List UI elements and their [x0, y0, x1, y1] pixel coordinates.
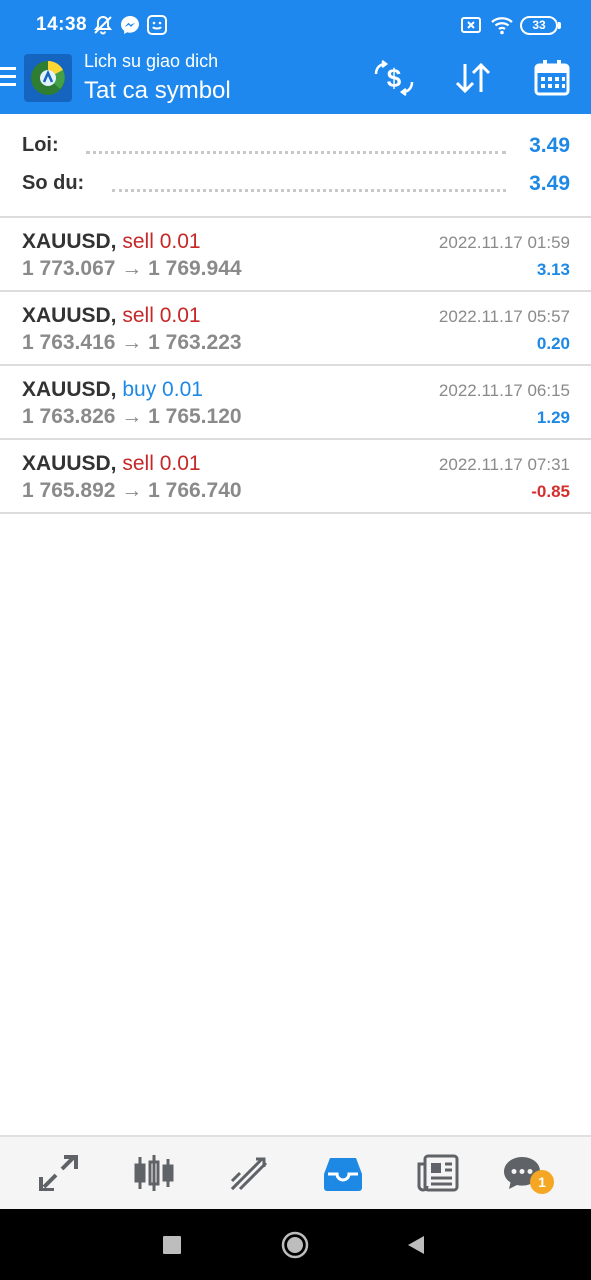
summary-panel: Loi: 3.49 So du: 3.49 [0, 114, 591, 218]
trade-profit: 0.20 [536, 334, 570, 353]
calendar-icon[interactable] [530, 56, 574, 100]
trade-symbol: XAUUSD, sell 0.01 [22, 304, 201, 327]
open-price: 1 773.067 [22, 257, 116, 280]
news-icon[interactable] [413, 1149, 463, 1197]
trade-side: sell 0.01 [122, 230, 201, 253]
profit-value: 3.49 [529, 134, 570, 157]
trade-profit: 1.29 [536, 408, 570, 427]
open-price: 1 763.416 [22, 331, 116, 354]
close-price: 1 765.120 [148, 405, 242, 428]
close-price: 1 769.944 [148, 257, 242, 280]
header-title[interactable]: Tat ca symbol [84, 77, 231, 105]
trade-time: 2022.11.17 01:59 [438, 233, 570, 252]
arrow-icon: → [121, 479, 143, 502]
open-price: 1 763.826 [22, 405, 116, 428]
chart-icon[interactable] [129, 1149, 179, 1197]
trade-prices: 1 763.416 → 1 763.223 [22, 331, 242, 355]
trade-prices: 1 773.067 → 1 769.944 [22, 257, 242, 281]
trade-icon[interactable] [224, 1149, 274, 1197]
trade-symbol: XAUUSD, buy 0.01 [22, 378, 203, 401]
open-price: 1 765.892 [22, 479, 116, 502]
balance-row: So du: 3.49 [22, 172, 570, 202]
profit-row: Loi: 3.49 [22, 134, 570, 164]
currency-exchange-icon[interactable]: $ [372, 56, 416, 100]
app-bar: Lich su giao dich Tat ca symbol $ [0, 50, 591, 114]
trade-profit: -0.85 [531, 482, 570, 501]
close-price: 1 766.740 [148, 479, 242, 502]
metatrader-logo-icon [24, 54, 72, 102]
trade-row[interactable]: XAUUSD, buy 0.01 1 763.826 → 1 765.120 2… [0, 366, 591, 440]
system-nav-bar [0, 1209, 591, 1280]
trade-profit: 3.13 [536, 260, 570, 279]
status-bar: 14:38 33 [0, 0, 591, 50]
trade-time: 2022.11.17 07:31 [438, 455, 570, 474]
quotes-icon[interactable] [34, 1149, 84, 1197]
trade-prices: 1 763.826 → 1 765.120 [22, 405, 242, 429]
menu-icon[interactable] [0, 67, 18, 91]
dotted-leader [86, 150, 506, 154]
recent-apps-icon[interactable] [156, 1229, 188, 1261]
svg-text:$: $ [387, 63, 402, 93]
history-icon[interactable] [318, 1149, 368, 1197]
trade-time: 2022.11.17 06:15 [438, 381, 570, 400]
trade-prices: 1 765.892 → 1 766.740 [22, 479, 242, 503]
sort-icon[interactable] [451, 56, 495, 100]
trade-side: sell 0.01 [122, 452, 201, 475]
top-bar: 14:38 33 Lich su giao dich Tat ca symbol… [0, 0, 591, 114]
back-icon[interactable] [400, 1229, 432, 1261]
balance-value: 3.49 [529, 172, 570, 195]
trade-side: sell 0.01 [122, 304, 201, 327]
chat-badge: 1 [530, 1170, 554, 1194]
close-price: 1 763.223 [148, 331, 242, 354]
bottom-tab-bar [0, 1135, 591, 1209]
home-icon[interactable] [279, 1229, 311, 1261]
arrow-icon: → [121, 405, 143, 428]
trade-symbol: XAUUSD, sell 0.01 [22, 230, 201, 253]
wifi-icon [490, 14, 513, 36]
trade-side: buy 0.01 [122, 378, 203, 401]
trade-row[interactable]: XAUUSD, sell 0.01 1 773.067 → 1 769.944 … [0, 218, 591, 292]
trade-row[interactable]: XAUUSD, sell 0.01 1 763.416 → 1 763.223 … [0, 292, 591, 366]
status-time: 14:38 [36, 14, 88, 35]
messenger-icon [119, 14, 141, 36]
arrow-icon: → [121, 257, 143, 280]
balance-label: So du: [22, 172, 93, 195]
trade-list: XAUUSD, sell 0.01 1 773.067 → 1 769.944 … [0, 218, 591, 514]
battery-icon: 33 [520, 16, 561, 35]
smile-app-icon [146, 14, 168, 36]
dotted-leader [112, 188, 506, 192]
trade-time: 2022.11.17 05:57 [438, 307, 570, 326]
arrow-icon: → [121, 331, 143, 354]
sim-x-icon [460, 14, 482, 36]
profit-label: Loi: [22, 134, 67, 157]
trade-row[interactable]: XAUUSD, sell 0.01 1 765.892 → 1 766.740 … [0, 440, 591, 514]
header-subtitle: Lich su giao dich [84, 51, 219, 71]
muted-bell-icon [92, 14, 114, 36]
trade-symbol: XAUUSD, sell 0.01 [22, 452, 201, 475]
